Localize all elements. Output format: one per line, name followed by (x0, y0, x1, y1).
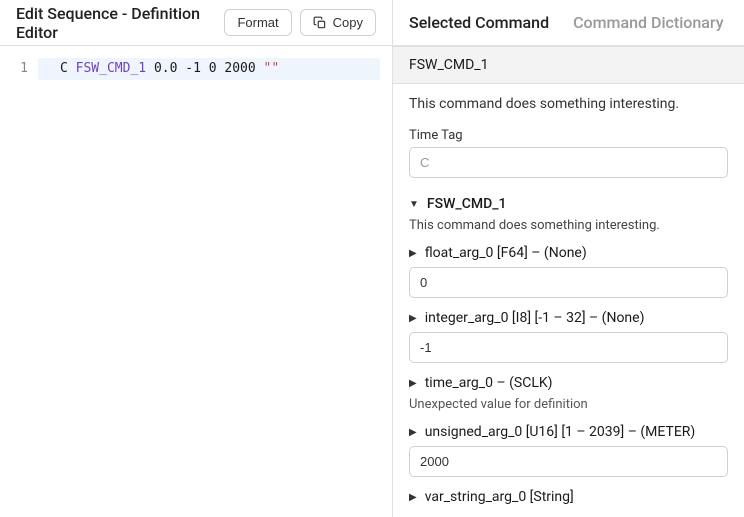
editor-header: Edit Sequence - Definition Editor Format… (0, 0, 392, 46)
caret-right-icon: ▶ (409, 313, 417, 324)
command-section-header[interactable]: ▼ FSW_CMD_1 (409, 196, 728, 212)
arg-var-string: ▶ var_string_arg_0 [String] (409, 489, 728, 505)
copy-button-label: Copy (333, 15, 363, 30)
caret-right-icon: ▶ (409, 492, 417, 503)
token-command: FSW_CMD_1 (76, 61, 146, 76)
token-timetag: C (60, 61, 68, 76)
arg-integer-header[interactable]: ▶ integer_arg_0 [I8] [-1 – 32] – (None) (409, 310, 728, 326)
caret-right-icon: ▶ (409, 248, 417, 259)
arg-integer-input[interactable] (409, 332, 728, 363)
gutter-line-number: 1 (0, 58, 28, 80)
arg-float-input[interactable] (409, 267, 728, 298)
arg-unsigned: ▶ unsigned_arg_0 [U16] [1 – 2039] – (MET… (409, 424, 728, 477)
command-section-desc: This command does something interesting. (409, 218, 728, 233)
code-area[interactable]: C FSW_CMD_1 0.0 -1 0 2000 "" (38, 58, 392, 517)
arg-integer: ▶ integer_arg_0 [I8] [-1 – 32] – (None) (409, 310, 728, 363)
arg-float-header[interactable]: ▶ float_arg_0 [F64] – (None) (409, 245, 728, 261)
token-arg: "" (264, 61, 280, 76)
caret-right-icon: ▶ (409, 378, 417, 389)
copy-button[interactable]: Copy (300, 9, 376, 36)
command-name-bar: FSW_CMD_1 (393, 46, 744, 84)
format-button-label: Format (237, 15, 278, 30)
time-tag-input[interactable] (409, 147, 728, 178)
arg-time-label: time_arg_0 – (SCLK) (425, 375, 553, 391)
tab-command-dictionary[interactable]: Command Dictionary (573, 13, 723, 32)
token-arg: 2000 (224, 61, 255, 76)
arg-time-note: Unexpected value for definition (409, 397, 728, 412)
arg-unsigned-header[interactable]: ▶ unsigned_arg_0 [U16] [1 – 2039] – (MET… (409, 424, 728, 440)
tabs: Selected Command Command Dictionary (393, 0, 744, 46)
editor-panel: Edit Sequence - Definition Editor Format… (0, 0, 393, 517)
detail-panel: Selected Command Command Dictionary FSW_… (393, 0, 744, 517)
arg-time: ▶ time_arg_0 – (SCLK) Unexpected value f… (409, 375, 728, 412)
format-button[interactable]: Format (224, 9, 291, 36)
arg-var-string-header[interactable]: ▶ var_string_arg_0 [String] (409, 489, 728, 505)
editor-gutter: 1 (0, 58, 38, 517)
code-line[interactable]: C FSW_CMD_1 0.0 -1 0 2000 "" (38, 58, 380, 80)
arg-integer-label: integer_arg_0 [I8] [-1 – 32] – (None) (425, 310, 645, 326)
token-arg: 0.0 (154, 61, 177, 76)
detail-body: This command does something interesting.… (393, 84, 744, 517)
arg-float-label: float_arg_0 [F64] – (None) (425, 245, 587, 261)
command-section-name: FSW_CMD_1 (427, 196, 507, 212)
tab-selected-command[interactable]: Selected Command (409, 13, 549, 32)
command-description: This command does something interesting. (409, 96, 728, 112)
token-arg: 0 (209, 61, 217, 76)
caret-down-icon: ▼ (409, 199, 419, 210)
code-editor[interactable]: 1 C FSW_CMD_1 0.0 -1 0 2000 "" (0, 46, 392, 517)
arg-time-header[interactable]: ▶ time_arg_0 – (SCLK) (409, 375, 728, 391)
arg-var-string-label: var_string_arg_0 [String] (425, 489, 574, 505)
caret-right-icon: ▶ (409, 427, 417, 438)
arg-unsigned-input[interactable] (409, 446, 728, 477)
arg-unsigned-label: unsigned_arg_0 [U16] [1 – 2039] – (METER… (425, 424, 696, 440)
token-arg: -1 (185, 61, 201, 76)
arg-float: ▶ float_arg_0 [F64] – (None) (409, 245, 728, 298)
copy-icon (313, 16, 327, 30)
time-tag-label: Time Tag (409, 128, 728, 143)
editor-title: Edit Sequence - Definition Editor (16, 4, 216, 42)
